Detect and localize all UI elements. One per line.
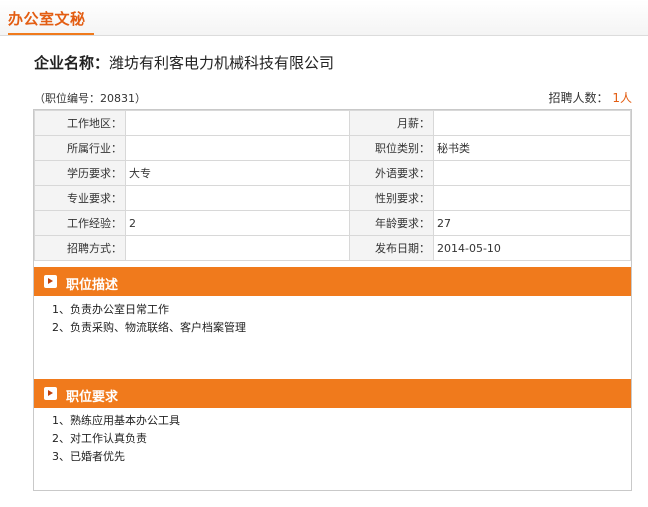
table-row: 工作经验： 2 年龄要求： 27: [34, 210, 631, 236]
field-label: 学历要求：: [34, 160, 126, 186]
recruit-count-row: 招聘人数： 1人: [549, 89, 632, 106]
recruit-count: 1人: [612, 91, 632, 105]
field-value: [433, 160, 631, 186]
field-value: 2014-05-10: [433, 235, 631, 261]
company-label: 企业名称：: [34, 54, 110, 72]
field-value: [125, 110, 350, 136]
requirements-list: 1、熟练应用基本办公工具 2、对工作认真负责 3、已婚者优先: [52, 412, 180, 466]
field-label: 性别要求：: [349, 185, 434, 211]
field-value: 秘书类: [433, 135, 631, 161]
field-label: 专业要求：: [34, 185, 126, 211]
field-value: 27: [433, 210, 631, 236]
page-header: 办公室文秘: [0, 0, 648, 36]
list-item: 1、熟练应用基本办公工具: [52, 414, 180, 427]
job-info-table: 工作地区： 月薪： 所属行业： 职位类别： 秘书类 学历要求： 大专 外语要求： 专业要求： 性别…: [34, 110, 631, 261]
table-row: 学历要求： 大专 外语要求：: [34, 160, 631, 186]
description-title: 职位描述: [66, 278, 119, 293]
field-value: 2: [125, 210, 350, 236]
job-detail-box: 工作地区： 月薪： 所属行业： 职位类别： 秘书类 学历要求： 大专 外语要求： 专业要求： 性别…: [33, 109, 632, 491]
field-value: [125, 185, 350, 211]
arrow-right-icon: [44, 387, 57, 400]
company-name[interactable]: 潍坊有利客电力机械科技有限公司: [109, 54, 334, 72]
field-label: 工作经验：: [34, 210, 126, 236]
requirements-title: 职位要求: [66, 390, 119, 405]
table-row: 工作地区： 月薪：: [34, 110, 631, 136]
header-divider: [0, 35, 648, 36]
company-name-row: 企业名称：潍坊有利客电力机械科技有限公司: [34, 52, 334, 73]
field-label: 发布日期：: [349, 235, 434, 261]
list-item: 2、负责采购、物流联络、客户档案管理: [52, 321, 246, 334]
description-list: 1、负责办公室日常工作 2、负责采购、物流联络、客户档案管理: [52, 301, 246, 337]
requirements-header: 职位要求: [34, 379, 631, 408]
table-row: 所属行业： 职位类别： 秘书类: [34, 135, 631, 161]
field-label: 职位类别：: [349, 135, 434, 161]
field-value: [125, 235, 350, 261]
table-row: 招聘方式： 发布日期： 2014-05-10: [34, 235, 631, 261]
list-item: 2、对工作认真负责: [52, 432, 147, 445]
field-value: [433, 185, 631, 211]
description-header: 职位描述: [34, 267, 631, 296]
field-label: 月薪：: [349, 110, 434, 136]
field-label: 年龄要求：: [349, 210, 434, 236]
field-value: [433, 110, 631, 136]
arrow-right-icon: [44, 275, 57, 288]
list-item: 3、已婚者优先: [52, 450, 125, 463]
field-label: 外语要求：: [349, 160, 434, 186]
list-item: 1、负责办公室日常工作: [52, 303, 169, 316]
field-label: 工作地区：: [34, 110, 126, 136]
field-label: 招聘方式：: [34, 235, 126, 261]
field-label: 所属行业：: [34, 135, 126, 161]
field-value: 大专: [125, 160, 350, 186]
table-row: 专业要求： 性别要求：: [34, 185, 631, 211]
field-value: [125, 135, 350, 161]
page-title: 办公室文秘: [8, 10, 86, 28]
recruit-label: 招聘人数：: [548, 91, 609, 105]
position-code: （职位编号：20831）: [34, 92, 146, 105]
